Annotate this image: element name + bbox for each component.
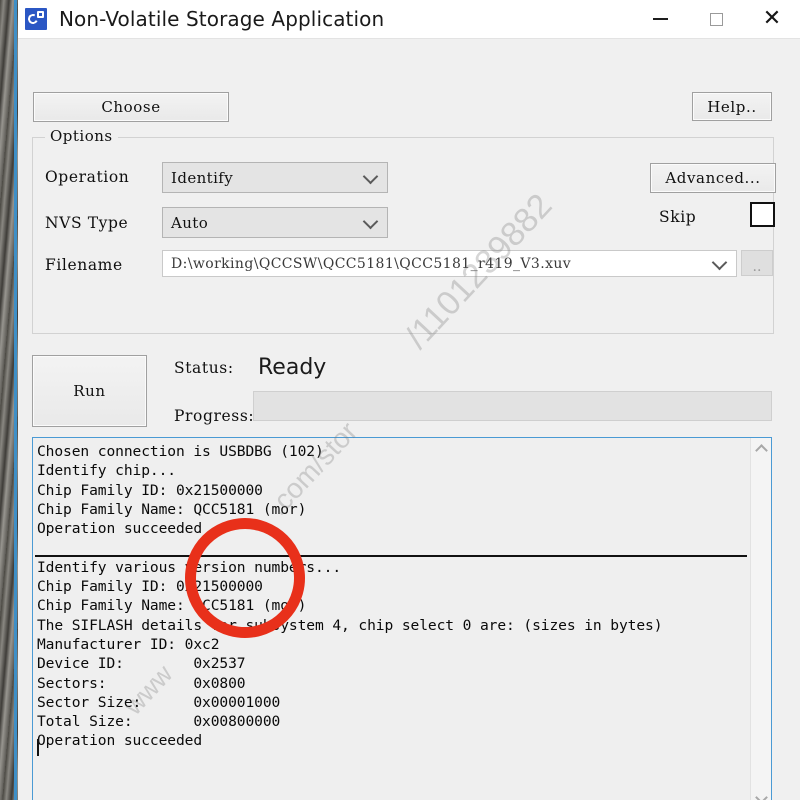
operation-label: Operation — [45, 168, 130, 186]
minimize-icon — [652, 18, 668, 20]
status-label: Status: — [174, 359, 234, 377]
chevron-down-icon — [362, 213, 379, 229]
chevron-up-icon — [755, 443, 768, 457]
browse-button[interactable]: .. — [741, 250, 773, 276]
skip-checkbox[interactable] — [750, 202, 775, 227]
client-area: Choose Help.. Options Operation Identify… — [18, 38, 800, 800]
maximize-button[interactable] — [688, 0, 744, 38]
log-console[interactable]: Chosen connection is USBDBG (102) Identi… — [32, 437, 772, 800]
maximize-icon — [709, 12, 723, 26]
filename-combobox[interactable]: D:\working\QCCSW\QCC5181\QCC5181_r419_V3… — [162, 250, 737, 277]
log-vertical-scrollbar[interactable] — [750, 438, 771, 800]
window-title: Non-Volatile Storage Application — [59, 7, 385, 31]
skip-label: Skip — [659, 208, 697, 226]
window-controls: ✕ — [632, 0, 800, 38]
filename-value: D:\working\QCCSW\QCC5181\QCC5181_r419_V3… — [171, 255, 572, 272]
nvs-type-value: Auto — [171, 213, 209, 232]
background-window-edge — [14, 0, 17, 800]
status-value: Ready — [258, 355, 327, 380]
close-button[interactable]: ✕ — [744, 0, 800, 38]
chevron-down-icon — [755, 790, 768, 800]
title-bar: Non-Volatile Storage Application ✕ — [18, 0, 800, 38]
log-text: Chosen connection is USBDBG (102) Identi… — [37, 443, 663, 750]
scroll-up-button[interactable] — [751, 438, 771, 459]
operation-value: Identify — [171, 168, 234, 187]
options-group: Options Operation Identify NVS Type Auto… — [32, 127, 776, 334]
log-caret — [37, 739, 39, 756]
app-icon-square-glyph — [37, 11, 44, 18]
advanced-button[interactable]: Advanced... — [650, 163, 776, 193]
app-icon — [25, 8, 47, 30]
nvs-type-combobox[interactable]: Auto — [162, 207, 388, 238]
progress-label: Progress: — [174, 407, 255, 425]
scroll-down-button[interactable] — [751, 788, 771, 800]
close-icon: ✕ — [762, 6, 782, 31]
choose-button[interactable]: Choose — [33, 92, 229, 122]
help-button[interactable]: Help.. — [692, 92, 772, 121]
chevron-down-icon — [711, 254, 728, 270]
progress-bar — [253, 391, 772, 421]
options-group-label: Options — [45, 127, 118, 145]
application-window: Non-Volatile Storage Application ✕ Choos… — [18, 0, 800, 800]
operation-combobox[interactable]: Identify — [162, 162, 388, 193]
minimize-button[interactable] — [632, 0, 688, 38]
run-button[interactable]: Run — [32, 355, 147, 427]
chevron-down-icon — [362, 168, 379, 184]
log-divider — [35, 555, 747, 557]
nvs-type-label: NVS Type — [45, 214, 129, 232]
filename-label: Filename — [45, 256, 123, 274]
